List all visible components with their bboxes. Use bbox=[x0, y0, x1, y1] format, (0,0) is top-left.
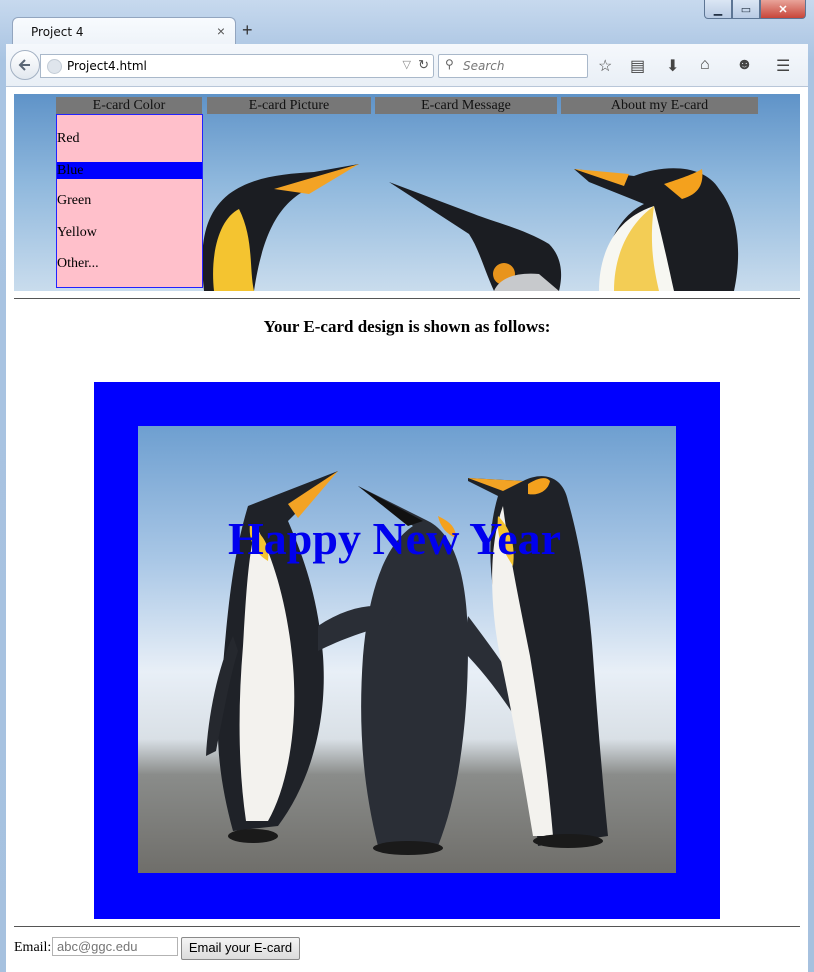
maximize-button[interactable]: ▭ bbox=[732, 0, 760, 19]
window-controls: ▁ ▭ ✕ bbox=[704, 0, 806, 20]
tab-project-4[interactable]: Project 4 × bbox=[12, 17, 236, 46]
page-heading: Your E-card design is shown as follows: bbox=[263, 317, 551, 336]
back-button[interactable] bbox=[10, 50, 40, 80]
search-box[interactable]: ⚲ Search bbox=[438, 54, 588, 78]
search-icon: ⚲ bbox=[445, 57, 454, 71]
tab-title: Project 4 bbox=[31, 25, 84, 39]
menu-ecard-message[interactable]: E-card Message bbox=[375, 97, 557, 114]
color-option-green[interactable]: Green bbox=[57, 193, 202, 209]
page-content: E-card Color E-card Picture E-card Messa… bbox=[6, 87, 808, 972]
search-placeholder: Search bbox=[463, 59, 505, 73]
penguins-photo bbox=[206, 471, 608, 855]
menu-ecard-color[interactable]: E-card Color bbox=[56, 97, 202, 114]
home-icon[interactable]: ⌂ bbox=[700, 56, 710, 74]
ecard-preview: Happy New Year bbox=[94, 382, 720, 919]
email-ecard-button[interactable]: Email your E-card bbox=[181, 937, 300, 960]
close-window-button[interactable]: ✕ bbox=[760, 0, 806, 19]
browser-window: ▁ ▭ ✕ Project 4 × + Project4.html ▽ ↻ ⚲ … bbox=[0, 0, 814, 972]
navigation-toolbar: Project4.html ▽ ↻ ⚲ Search ☆ ▤ ⬇ ⌂ ☻ ☰ bbox=[6, 44, 808, 87]
reload-icon[interactable]: ↻ bbox=[418, 57, 429, 73]
color-dropdown-menu: Red Blue Green Yellow Other... bbox=[56, 114, 203, 288]
url-text[interactable]: Project4.html bbox=[67, 59, 147, 73]
top-divider bbox=[14, 298, 800, 299]
new-tab-button[interactable]: + bbox=[242, 20, 253, 41]
star-icon[interactable]: ☆ bbox=[598, 56, 612, 76]
color-option-red[interactable]: Red bbox=[57, 131, 202, 147]
site-identity-icon[interactable] bbox=[47, 59, 62, 74]
color-option-yellow[interactable]: Yellow bbox=[57, 225, 202, 241]
hello-icon[interactable]: ☻ bbox=[736, 56, 753, 74]
color-option-blue[interactable]: Blue bbox=[57, 162, 202, 179]
download-icon[interactable]: ⬇ bbox=[666, 56, 679, 76]
menu-about-ecard[interactable]: About my E-card bbox=[561, 97, 758, 114]
email-input[interactable] bbox=[52, 937, 178, 956]
header-banner: E-card Color E-card Picture E-card Messa… bbox=[14, 94, 800, 291]
color-option-other[interactable]: Other... bbox=[57, 256, 202, 272]
back-arrow-icon bbox=[18, 59, 30, 71]
reading-list-icon[interactable]: ▤ bbox=[630, 56, 645, 76]
email-label: Email: bbox=[14, 940, 52, 955]
menu-icon[interactable]: ☰ bbox=[776, 56, 790, 76]
minimize-button[interactable]: ▁ bbox=[704, 0, 732, 19]
menu-ecard-picture[interactable]: E-card Picture bbox=[207, 97, 371, 114]
ecard-message: Happy New Year bbox=[228, 513, 562, 564]
close-tab-icon[interactable]: × bbox=[217, 23, 225, 39]
url-history-dropdown-icon[interactable]: ▽ bbox=[403, 58, 411, 71]
ecard-picture: Happy New Year bbox=[138, 426, 676, 873]
bottom-divider bbox=[14, 926, 800, 927]
url-bar[interactable]: Project4.html ▽ ↻ bbox=[40, 54, 434, 78]
